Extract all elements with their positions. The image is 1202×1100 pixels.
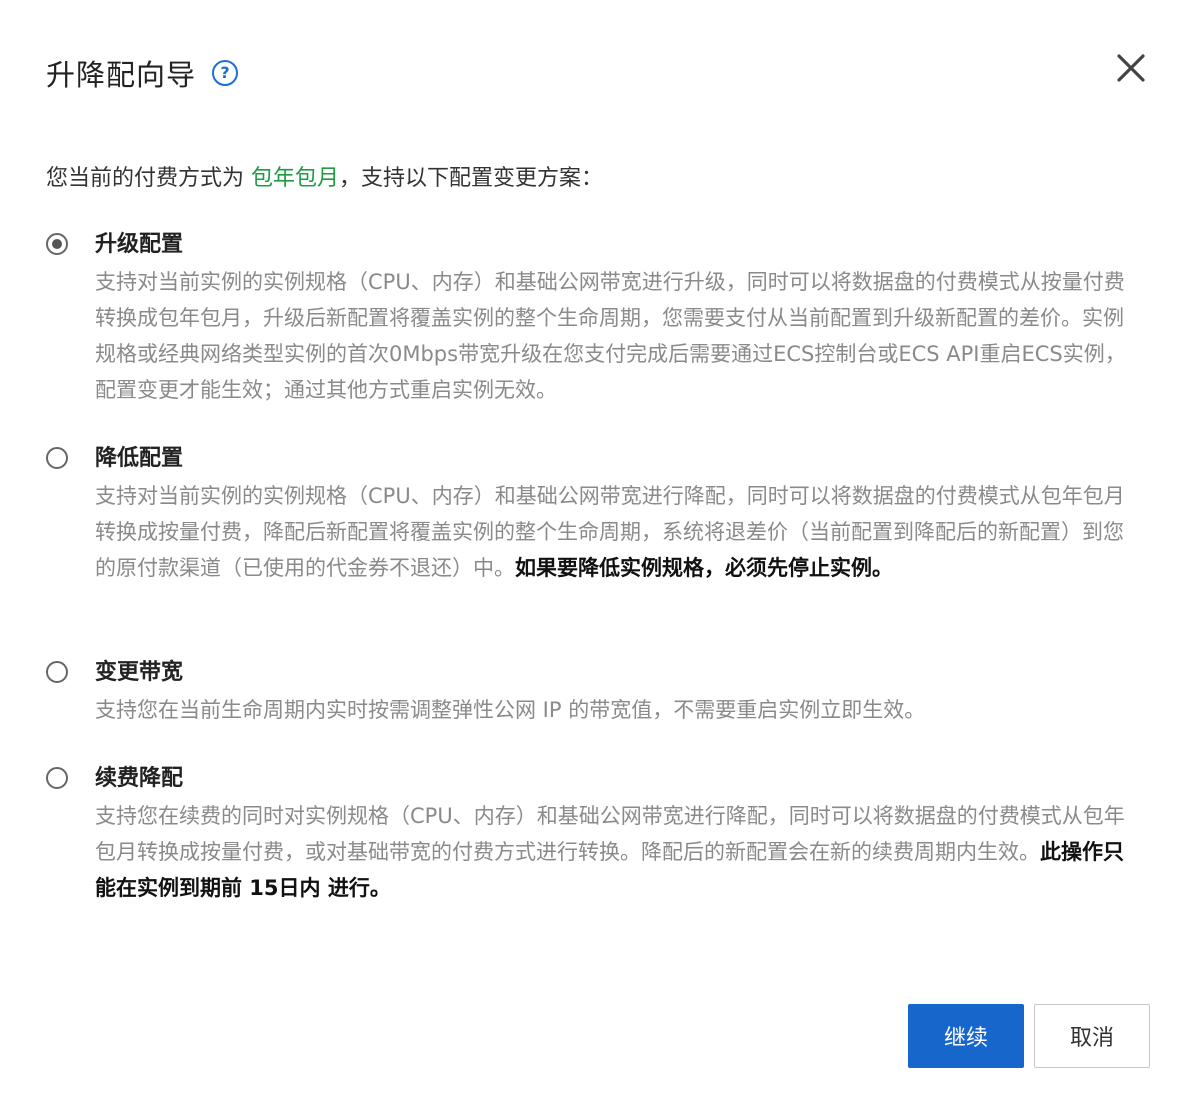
- option-upgrade[interactable]: 升级配置 支持对当前实例的实例规格（CPU、内存）和基础公网带宽进行升级，同时可…: [46, 230, 1136, 408]
- radio-downgrade[interactable]: [46, 447, 68, 469]
- intro-suffix: ，支持以下配置变更方案：: [339, 166, 604, 191]
- radio-renew-downgrade[interactable]: [46, 767, 68, 789]
- question-circle-icon[interactable]: ?: [212, 60, 239, 86]
- payment-type: 包年包月: [251, 166, 340, 191]
- intro-prefix: 您当前的付费方式为: [46, 166, 251, 191]
- option-title: 续费降配: [95, 766, 184, 791]
- radio-upgrade[interactable]: [46, 233, 68, 255]
- option-description: 支持对当前实例的实例规格（CPU、内存）和基础公网带宽进行降配，同时可以将数据盘…: [95, 484, 1125, 580]
- option-renew-downgrade[interactable]: 续费降配 支持您在续费的同时对实例规格（CPU、内存）和基础公网带宽进行降配，同…: [46, 764, 1136, 906]
- dialog-title: 升降配向导: [46, 58, 197, 92]
- option-description: 支持您在当前生命周期内实时按需调整弹性公网 IP 的带宽值，不需要重启实例立即生…: [95, 698, 926, 722]
- option-description: 支持您在续费的同时对实例规格（CPU、内存）和基础公网带宽进行降配，同时可以将数…: [95, 804, 1125, 900]
- option-description: 支持对当前实例的实例规格（CPU、内存）和基础公网带宽进行升级，同时可以将数据盘…: [95, 270, 1126, 402]
- payment-intro: 您当前的付费方式为 包年包月，支持以下配置变更方案：: [46, 160, 603, 192]
- upgrade-downgrade-dialog: 升降配向导 ? 您当前的付费方式为 包年包月，支持以下配置变更方案： 升级配置 …: [0, 0, 1202, 1100]
- continue-button[interactable]: 继续: [908, 1004, 1024, 1068]
- option-change-bandwidth[interactable]: 变更带宽 支持您在当前生命周期内实时按需调整弹性公网 IP 的带宽值，不需要重启…: [46, 658, 1136, 728]
- cancel-button[interactable]: 取消: [1034, 1004, 1150, 1068]
- radio-change-bandwidth[interactable]: [46, 661, 68, 683]
- option-title: 变更带宽: [95, 660, 184, 685]
- close-icon[interactable]: [1113, 50, 1149, 86]
- option-downgrade[interactable]: 降低配置 支持对当前实例的实例规格（CPU、内存）和基础公网带宽进行降配，同时可…: [46, 444, 1136, 586]
- dialog-header: 升降配向导 ?: [46, 52, 239, 94]
- option-title: 升级配置: [95, 232, 184, 257]
- option-title: 降低配置: [95, 446, 184, 471]
